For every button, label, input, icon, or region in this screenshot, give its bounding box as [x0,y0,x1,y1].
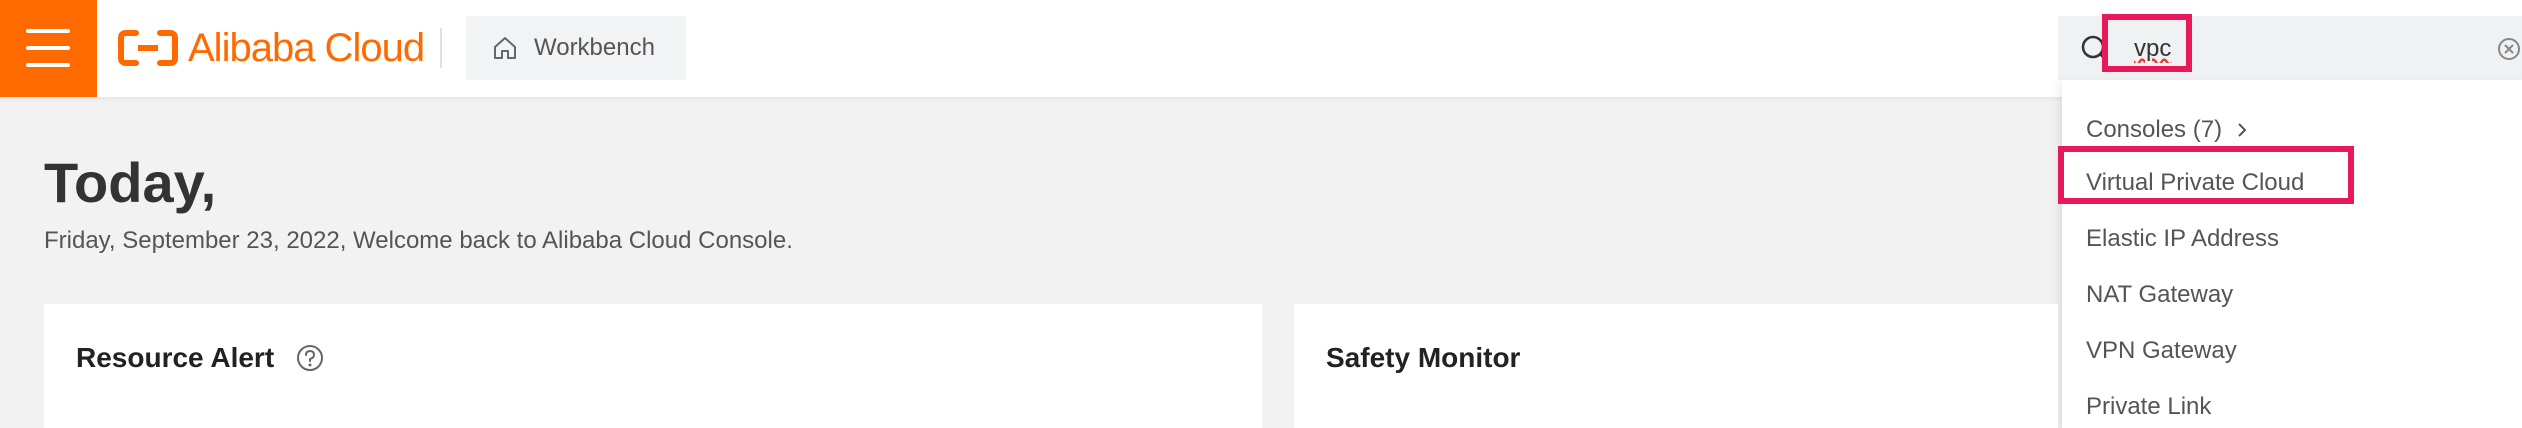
hamburger-icon-line [26,63,70,67]
hamburger-icon-line [26,46,70,50]
consoles-group-header[interactable]: Consoles (7) [2086,116,2250,144]
search-icon [2081,35,2109,63]
suggestion-vpn-gateway[interactable]: VPN Gateway [2086,337,2237,365]
resource-alert-card: Resource Alert [44,304,1262,428]
hamburger-icon [26,29,70,33]
divider [440,28,442,68]
help-icon[interactable] [296,344,324,372]
search-box [2058,16,2522,80]
search-suggestions-dropdown: Consoles (7) Virtual Private Cloud Elast… [2062,80,2522,428]
alibaba-cloud-logo[interactable]: Alibaba Cloud [118,22,425,74]
workbench-label: Workbench [534,34,655,61]
suggestion-elastic-ip-address[interactable]: Elastic IP Address [2086,225,2279,253]
suggestion-virtual-private-cloud[interactable]: Virtual Private Cloud [2086,169,2304,197]
safety-monitor-title: Safety Monitor [1326,342,1521,373]
menu-button[interactable] [0,0,97,97]
page-title: Today, [44,151,217,214]
search-input[interactable] [2132,28,2496,70]
clear-icon[interactable] [2498,38,2520,60]
alibaba-logo-icon [118,30,178,66]
suggestion-nat-gateway[interactable]: NAT Gateway [2086,281,2233,309]
logo-text: Alibaba Cloud [188,25,425,70]
welcome-message: Friday, September 23, 2022, Welcome back… [44,227,793,254]
home-icon [494,37,516,59]
suggestion-private-link[interactable]: Private Link [2086,393,2211,421]
consoles-group-label: Consoles (7) [2086,116,2223,143]
chevron-right-icon [2238,123,2247,137]
resource-alert-title: Resource Alert [76,342,275,373]
safety-monitor-card: Safety Monitor [1294,304,2058,428]
workbench-button[interactable]: Workbench [466,16,686,80]
